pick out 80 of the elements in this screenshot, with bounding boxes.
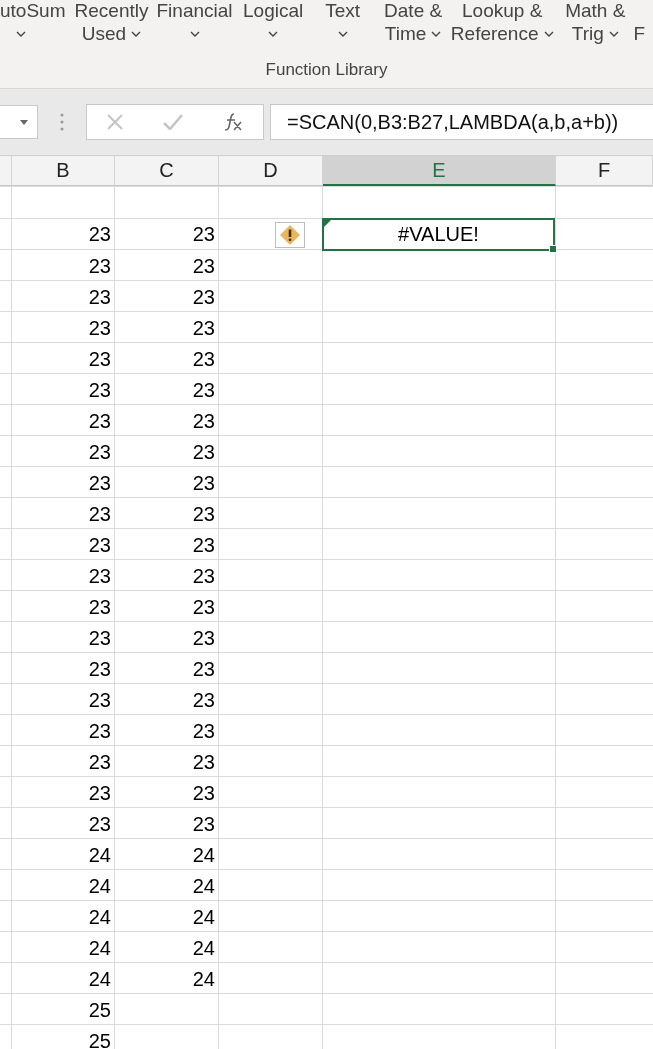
cancel-icon[interactable] [107, 114, 123, 130]
ribbon-button[interactable]: utoSum [0, 0, 63, 58]
column-header[interactable]: B [12, 156, 115, 186]
name-box[interactable] [0, 105, 38, 139]
error-indicator-icon [324, 220, 331, 227]
error-warning-button[interactable] [275, 221, 305, 248]
table-cell-text: 23 [191, 222, 216, 247]
table-cell-text: 23 [87, 502, 112, 527]
table-cell-text: 24 [87, 905, 112, 930]
table-cell-text: 23 [87, 812, 112, 837]
warning-icon [280, 224, 300, 245]
table-cell-text: 23 [191, 688, 216, 713]
ribbon-button[interactable]: Lookup & Reference [453, 0, 552, 58]
fill-handle[interactable] [549, 245, 557, 253]
ribbon-button[interactable]: Text [325, 0, 361, 58]
table-cell-text: 23 [191, 812, 216, 837]
table-cell-text: 24 [87, 874, 112, 899]
table-cell-text: 23 [87, 471, 112, 496]
table-cell-text: 24 [191, 936, 216, 961]
grip-icon [60, 112, 64, 132]
selected-cell[interactable]: #VALUE! [322, 218, 555, 251]
table-cell-text: 23 [87, 719, 112, 744]
dropdown-arrow-icon [20, 119, 28, 125]
table-cell-text: 23 [191, 502, 216, 527]
table-cell-text: 23 [191, 750, 216, 775]
table-cell-text: 23 [191, 533, 216, 558]
table-cell-text: 23 [191, 595, 216, 620]
table-cell-text: 23 [191, 378, 216, 403]
table-cell-text: 23 [191, 316, 216, 341]
table-cell-text: 24 [87, 843, 112, 868]
table-cell-text: 23 [87, 440, 112, 465]
ribbon-button[interactable]: F [633, 0, 653, 58]
table-cell-text: 23 [87, 564, 112, 589]
column-header[interactable]: F [556, 156, 653, 186]
table-cell-text: 23 [191, 471, 216, 496]
table-cell-text: 23 [191, 440, 216, 465]
ribbon-button[interactable]: Recently Used [75, 0, 148, 58]
table-cell-text: 24 [191, 905, 216, 930]
table-cell-text: 23 [191, 657, 216, 682]
ribbon-button[interactable]: Financial [157, 0, 232, 58]
table-cell-text: 23 [191, 626, 216, 651]
table-cell-text: 23 [191, 564, 216, 589]
ribbon-button[interactable]: Logical [243, 0, 304, 58]
table-cell-text: 25 [87, 1029, 112, 1049]
checkmark-icon[interactable] [163, 114, 183, 130]
column-header[interactable]: E [323, 156, 556, 186]
table-cell-text: 24 [191, 967, 216, 992]
table-cell-text: 25 [87, 998, 112, 1023]
table-cell-text: 23 [87, 285, 112, 310]
table-cell-text: 23 [87, 688, 112, 713]
table-cell-text: 23 [87, 409, 112, 434]
column-header[interactable] [0, 156, 12, 186]
table-cell-text: 23 [87, 626, 112, 651]
table-cell-text: 23 [191, 285, 216, 310]
table-cell-text: 23 [87, 316, 112, 341]
table-cell-text: 23 [191, 781, 216, 806]
table-cell-text: 23 [87, 750, 112, 775]
table-cell-text: 24 [191, 843, 216, 868]
table-cell-text: 23 [87, 378, 112, 403]
insert-function-icon[interactable] [223, 112, 243, 132]
table-cell-text: 23 [87, 781, 112, 806]
table-cell-text: 23 [87, 347, 112, 372]
column-header[interactable]: D [219, 156, 323, 186]
table-cell-text: 24 [87, 936, 112, 961]
table-cell-text: 24 [191, 874, 216, 899]
table-cell-text: 23 [87, 254, 112, 279]
table-cell-text: 23 [87, 595, 112, 620]
ribbon-button[interactable]: Math & Trig [565, 0, 626, 58]
table-cell-text: 23 [87, 222, 112, 247]
table-cell-text: 23 [191, 254, 216, 279]
table-cell-text: 24 [87, 967, 112, 992]
table-cell-text: 23 [87, 657, 112, 682]
group-label: Function Library [265, 60, 388, 79]
table-cell-text: 23 [191, 409, 216, 434]
formula-input[interactable]: =SCAN(0,B3:B27,LAMBDA(a,b,a+b)) [270, 104, 653, 140]
table-cell-text: 23 [87, 533, 112, 558]
column-header[interactable]: C [115, 156, 219, 186]
table-cell-text: 23 [191, 719, 216, 744]
ribbon-button[interactable]: Date & Time [384, 0, 443, 58]
table-cell-text: 23 [191, 347, 216, 372]
